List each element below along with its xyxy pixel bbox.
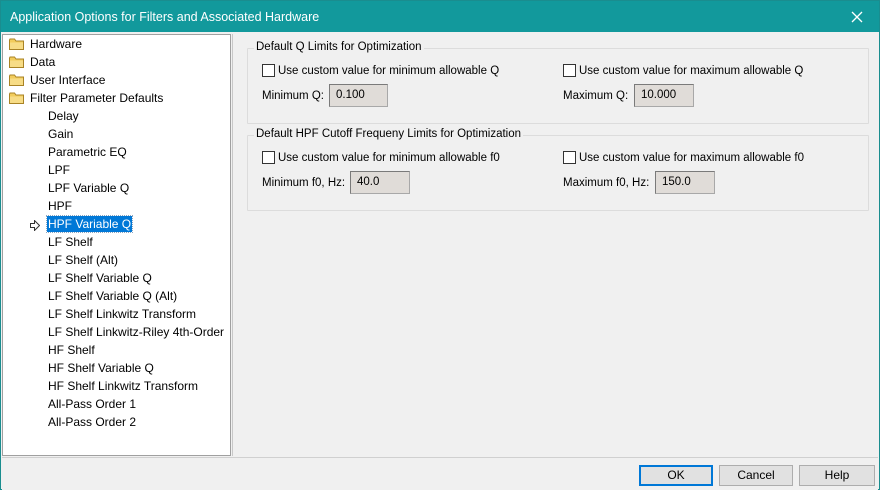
- tree-child-label: LF Shelf Linkwitz-Riley 4th-Order: [48, 325, 225, 339]
- tree-folder-label: Hardware: [30, 37, 83, 51]
- hpf-limits-group-title: Default HPF Cutoff Frequeny Limits for O…: [254, 128, 524, 140]
- max-f0-checkbox-box[interactable]: [563, 151, 576, 164]
- tree-child-item[interactable]: HF Shelf: [47, 342, 96, 359]
- tree-child-label: LF Shelf: [48, 235, 93, 249]
- tree-folder-label: User Interface: [30, 73, 106, 87]
- min-q-checkbox-label: Use custom value for minimum allowable Q: [278, 64, 500, 77]
- tree-child-label: LPF: [48, 163, 71, 177]
- tree-child-label: HF Shelf: [48, 343, 95, 357]
- tree-child-item[interactable]: Gain: [47, 126, 74, 143]
- tree-child-item[interactable]: LF Shelf Linkwitz-Riley 4th-Order: [47, 324, 225, 341]
- min-f0-field[interactable]: 40.0: [350, 171, 410, 194]
- max-q-checkbox[interactable]: Use custom value for maximum allowable Q: [563, 64, 803, 77]
- close-button[interactable]: [835, 1, 879, 32]
- tree-folder-item[interactable]: Filter Parameter Defaults: [9, 90, 164, 107]
- tree-child-label: All-Pass Order 2: [48, 415, 137, 429]
- max-q-field[interactable]: 10.000: [634, 84, 694, 107]
- tree-child-label: LF Shelf Linkwitz Transform: [48, 307, 197, 321]
- tree-folder-item[interactable]: User Interface: [9, 72, 106, 89]
- min-f0-checkbox-label: Use custom value for minimum allowable f…: [278, 151, 500, 164]
- selection-arrow-icon: [30, 219, 41, 232]
- options-dialog: Application Options for Filters and Asso…: [0, 0, 880, 490]
- max-f0-checkbox[interactable]: Use custom value for maximum allowable f…: [563, 151, 804, 164]
- max-f0-label: Maximum f0, Hz:: [563, 177, 650, 189]
- tree-child-item[interactable]: LF Shelf: [47, 234, 94, 251]
- folder-icon: [9, 74, 24, 86]
- max-q-checkbox-label: Use custom value for maximum allowable Q: [579, 64, 804, 77]
- close-icon: [851, 11, 863, 22]
- tree-child-label: HF Shelf Linkwitz Transform: [48, 379, 199, 393]
- tree-child-label: LF Shelf Variable Q (Alt): [48, 289, 178, 303]
- q-limits-group: Default Q Limits for Optimization Use cu…: [247, 41, 869, 124]
- tree-folder-item[interactable]: Hardware: [9, 36, 83, 53]
- tree-folder-item[interactable]: Data: [9, 54, 56, 71]
- tree-folder-label: Filter Parameter Defaults: [30, 91, 164, 105]
- tree-child-label: LF Shelf Variable Q: [48, 271, 152, 285]
- max-q-checkbox-box[interactable]: [563, 64, 576, 77]
- tree-child-item[interactable]: LF Shelf (Alt): [47, 252, 119, 269]
- tree-child-item[interactable]: HF Shelf Variable Q: [47, 360, 155, 377]
- min-f0-checkbox-box[interactable]: [262, 151, 275, 164]
- folder-icon: [9, 56, 24, 68]
- min-f0-label: Minimum f0, Hz:: [262, 177, 346, 189]
- max-f0-field[interactable]: 150.0: [655, 171, 715, 194]
- folder-icon: [9, 92, 24, 104]
- max-f0-checkbox-label: Use custom value for maximum allowable f…: [579, 151, 804, 164]
- tree-child-item[interactable]: LPF: [47, 162, 71, 179]
- ok-button[interactable]: OK: [639, 465, 713, 486]
- min-q-label: Minimum Q:: [262, 90, 324, 102]
- min-q-checkbox[interactable]: Use custom value for minimum allowable Q: [262, 64, 499, 77]
- tree-child-item[interactable]: HF Shelf Linkwitz Transform: [47, 378, 199, 395]
- max-q-label: Maximum Q:: [563, 90, 629, 102]
- folder-icon: [9, 38, 24, 50]
- tree-child-item[interactable]: LPF Variable Q: [47, 180, 130, 197]
- tree-child-item-selected[interactable]: HPF Variable Q: [30, 215, 134, 233]
- tree-child-label: HPF Variable Q: [45, 215, 134, 233]
- min-f0-checkbox[interactable]: Use custom value for minimum allowable f…: [262, 151, 500, 164]
- tree-child-item[interactable]: All-Pass Order 2: [47, 414, 137, 431]
- window-title: Application Options for Filters and Asso…: [10, 10, 320, 24]
- tree-child-label: HPF: [48, 199, 72, 213]
- tree-child-item[interactable]: Delay: [47, 108, 80, 125]
- tree-child-label: Gain: [48, 127, 74, 141]
- tree-child-item[interactable]: LF Shelf Variable Q: [47, 270, 153, 287]
- settings-panel: Default Q Limits for Optimization Use cu…: [232, 34, 878, 456]
- tree-child-label: LPF Variable Q: [48, 181, 130, 195]
- cancel-button[interactable]: Cancel: [719, 465, 793, 486]
- tree-child-item[interactable]: LF Shelf Variable Q (Alt): [47, 288, 178, 305]
- min-q-field[interactable]: 0.100: [329, 84, 388, 107]
- title-bar: Application Options for Filters and Asso…: [1, 1, 879, 32]
- tree-child-item[interactable]: Parametric EQ: [47, 144, 128, 161]
- tree-child-label: Delay: [48, 109, 79, 123]
- tree-child-item[interactable]: HPF: [47, 198, 73, 215]
- min-q-checkbox-box[interactable]: [262, 64, 275, 77]
- options-tree[interactable]: Hardware Data User Interface Filter Paramet…: [2, 34, 231, 456]
- q-limits-group-title: Default Q Limits for Optimization: [254, 41, 424, 53]
- tree-child-label: Parametric EQ: [48, 145, 127, 159]
- tree-child-item[interactable]: LF Shelf Linkwitz Transform: [47, 306, 197, 323]
- tree-child-label: LF Shelf (Alt): [48, 253, 119, 267]
- tree-child-item[interactable]: All-Pass Order 1: [47, 396, 137, 413]
- button-bar: OK Cancel Help: [2, 457, 878, 490]
- tree-folder-label: Data: [30, 55, 56, 69]
- help-button[interactable]: Help: [799, 465, 875, 486]
- hpf-limits-group: Default HPF Cutoff Frequeny Limits for O…: [247, 128, 869, 211]
- tree-child-label: All-Pass Order 1: [48, 397, 137, 411]
- tree-child-label: HF Shelf Variable Q: [48, 361, 154, 375]
